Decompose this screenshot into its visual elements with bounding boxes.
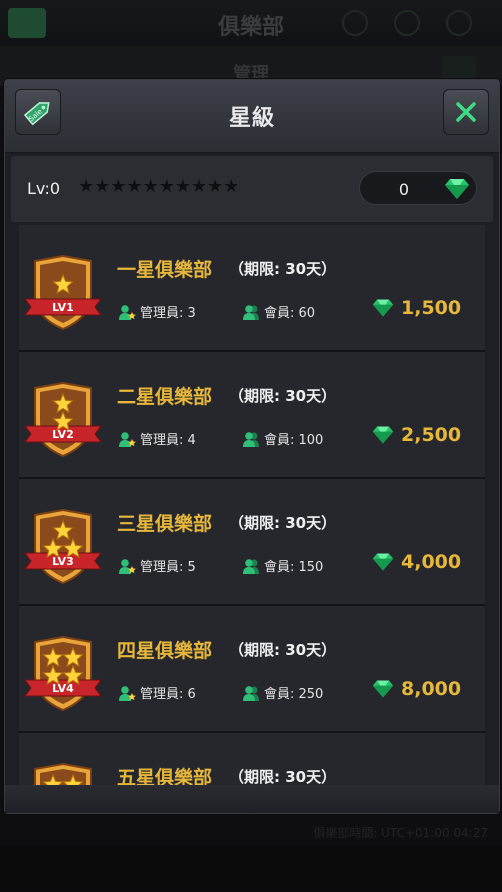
club-tier-period: （期限: 30天） xyxy=(229,768,337,785)
admin-count-text: 管理員: 5 xyxy=(140,560,196,575)
member-icon xyxy=(243,431,259,447)
club-tier-period: （期限: 30天） xyxy=(229,641,337,659)
star-level-modal: Sale 星級 Lv:0 ★★★★★★★★★★ 0 LV1 一星俱樂部 （期限: 3… xyxy=(4,79,500,814)
club-tier-period: （期限: 30天） xyxy=(229,514,337,532)
admin-count: 管理員: 4 xyxy=(117,429,196,448)
member-count: 會員: 150 xyxy=(241,556,323,575)
tier-price[interactable]: 8,000 xyxy=(369,678,461,700)
tier-price-value: 2,500 xyxy=(401,424,462,446)
admin-count-text: 管理員: 3 xyxy=(140,306,196,321)
level-badge-icon: LV3 xyxy=(24,509,102,585)
empty-star-icon: ★ xyxy=(207,176,224,197)
member-count: 會員: 250 xyxy=(241,683,323,702)
member-count-text: 會員: 60 xyxy=(264,306,316,321)
club-tier-period: （期限: 30天） xyxy=(229,260,337,278)
gem-balance: 0 xyxy=(359,171,477,205)
badge-level-label: LV1 xyxy=(52,301,74,314)
admin-count: 管理員: 5 xyxy=(117,556,196,575)
club-tier-card[interactable]: LV1 一星俱樂部 （期限: 30天） 管理員: 3 會員: 60 1,500 xyxy=(19,225,485,352)
current-level: Lv:0 xyxy=(27,179,61,198)
club-tier-list: LV1 一星俱樂部 （期限: 30天） 管理員: 3 會員: 60 1,500 LV2 二星俱… xyxy=(19,225,485,785)
tier-price[interactable]: 4,000 xyxy=(369,551,461,573)
level-badge-icon: LV4 xyxy=(24,636,102,712)
club-tier-name: 三星俱樂部 xyxy=(117,513,213,535)
tier-price-value: 1,500 xyxy=(401,297,462,319)
tier-price[interactable]: 2,500 xyxy=(369,424,461,446)
member-icon xyxy=(243,558,259,574)
empty-star-icon: ★ xyxy=(142,176,159,197)
club-tier-card[interactable]: LV4 四星俱樂部 （期限: 30天） 管理員: 6 會員: 250 8,000 xyxy=(19,606,485,733)
club-tier-name: 一星俱樂部 xyxy=(117,259,213,281)
admin-icon xyxy=(119,685,136,701)
empty-star-icon: ★ xyxy=(174,176,191,197)
member-icon xyxy=(243,685,259,701)
gem-icon xyxy=(445,179,469,199)
admin-count-text: 管理員: 6 xyxy=(140,687,196,702)
admin-count: 管理員: 3 xyxy=(117,302,196,321)
gem-icon xyxy=(372,680,394,698)
club-tier-period: （期限: 30天） xyxy=(229,387,337,405)
club-tier-name: 四星俱樂部 xyxy=(117,640,213,662)
badge-level-label: LV3 xyxy=(52,555,74,568)
member-count: 會員: 60 xyxy=(241,302,315,321)
badge-level-label: LV4 xyxy=(52,682,74,695)
club-tier-card[interactable]: LV5 五星俱樂部 （期限: 30天） xyxy=(19,733,485,785)
club-tier-name: 五星俱樂部 xyxy=(117,767,213,785)
gem-icon xyxy=(372,426,394,444)
star-rating: ★★★★★★★★★★ xyxy=(78,176,239,197)
level-badge-icon: LV2 xyxy=(24,382,102,458)
member-count: 會員: 100 xyxy=(241,429,323,448)
tier-price-value: 8,000 xyxy=(401,678,462,700)
empty-star-icon: ★ xyxy=(126,176,143,197)
club-tier-name: 二星俱樂部 xyxy=(117,386,213,408)
club-tier-card[interactable]: LV2 二星俱樂部 （期限: 30天） 管理員: 4 會員: 100 2,500 xyxy=(19,352,485,479)
empty-star-icon: ★ xyxy=(94,176,111,197)
empty-star-icon: ★ xyxy=(158,176,175,197)
empty-star-icon: ★ xyxy=(78,176,95,197)
empty-star-icon: ★ xyxy=(110,176,127,197)
member-count-text: 會員: 150 xyxy=(264,560,324,575)
empty-star-icon: ★ xyxy=(190,176,208,197)
level-badge-icon: LV5 xyxy=(34,763,92,785)
badge-level-label: LV2 xyxy=(52,428,74,441)
member-count-text: 會員: 250 xyxy=(264,687,324,702)
level-status-bar: Lv:0 ★★★★★★★★★★ 0 xyxy=(11,156,493,222)
club-tier-card[interactable]: LV3 三星俱樂部 （期限: 30天） 管理員: 5 會員: 150 4,000 xyxy=(19,479,485,606)
admin-icon xyxy=(119,304,136,320)
empty-star-icon: ★ xyxy=(223,176,240,197)
modal-bottom-bar xyxy=(5,785,499,813)
level-badge-icon: LV1 xyxy=(24,255,102,331)
gem-balance-value: 0 xyxy=(398,180,410,199)
modal-title: 星級 xyxy=(228,106,275,131)
admin-count: 管理員: 6 xyxy=(117,683,196,702)
close-icon xyxy=(456,102,476,122)
gem-icon xyxy=(372,299,394,317)
gem-icon xyxy=(372,553,394,571)
tier-price-value: 4,000 xyxy=(401,551,462,573)
member-count-text: 會員: 100 xyxy=(264,433,324,448)
close-button[interactable] xyxy=(443,89,489,135)
admin-icon xyxy=(119,558,136,574)
admin-icon xyxy=(119,431,136,447)
tier-price[interactable]: 1,500 xyxy=(369,297,461,319)
member-icon xyxy=(243,304,259,320)
admin-count-text: 管理員: 4 xyxy=(140,433,196,448)
modal-header: Sale 星級 xyxy=(5,80,499,153)
